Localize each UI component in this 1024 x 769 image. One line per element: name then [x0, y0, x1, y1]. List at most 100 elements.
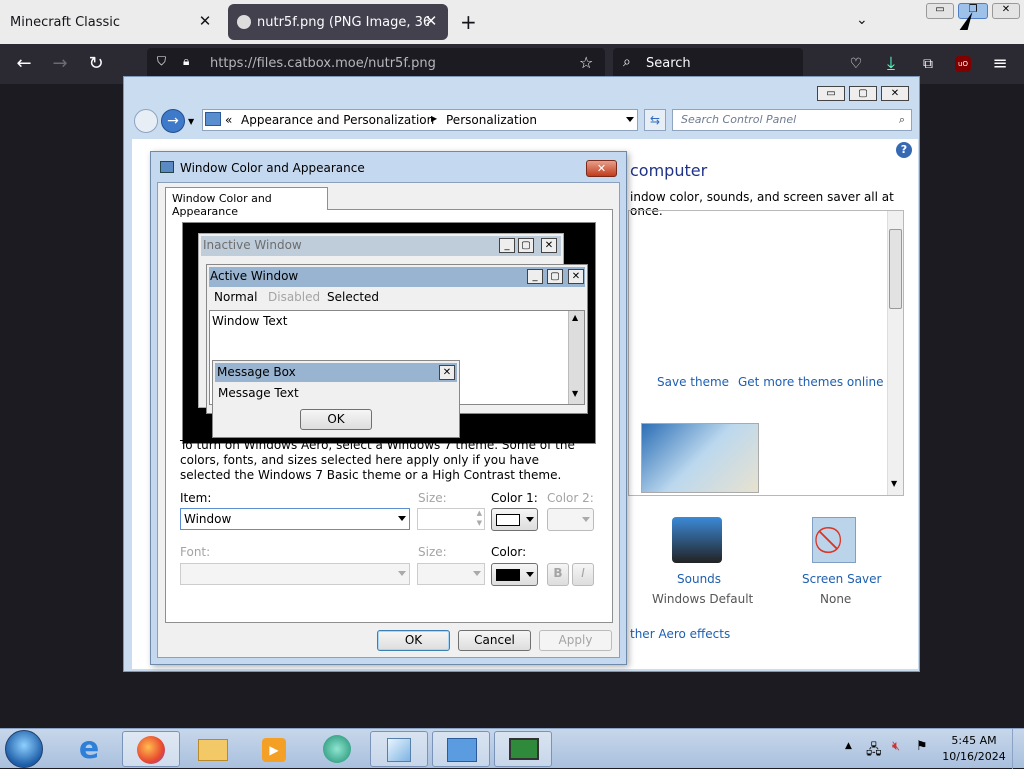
bold-button: B [547, 563, 569, 586]
scrollbar-thumb[interactable] [889, 229, 902, 309]
menu-icon[interactable]: ≡ [986, 50, 1014, 78]
ublock-icon[interactable]: uO [955, 56, 971, 72]
recent-pages-icon[interactable]: ▼ [188, 117, 194, 126]
sounds-link[interactable]: Sounds [677, 572, 721, 586]
close-icon[interactable]: ✕ [422, 12, 440, 30]
screen-saver-icon[interactable]: ⃠ [812, 517, 856, 563]
remote-desktop-icon[interactable] [494, 731, 552, 767]
extensions-icon[interactable]: ⧉ [914, 50, 942, 78]
minimize-window-button[interactable]: ▭ [926, 3, 954, 19]
forward-button[interactable]: → [161, 109, 185, 133]
dialog-title: Window Color and Appearance [180, 161, 365, 175]
back-icon[interactable]: ← [10, 50, 38, 78]
screen-saver-link[interactable]: Screen Saver [802, 572, 881, 586]
clock-date: 10/16/2024 [942, 750, 1006, 763]
close-window-button[interactable]: ✕ [992, 3, 1020, 19]
media-player-icon[interactable]: ▶ [246, 731, 304, 767]
chevron-down-icon [398, 516, 406, 521]
back-button[interactable] [134, 109, 158, 133]
firefox-icon[interactable] [122, 731, 180, 767]
menu-selected: Selected [327, 290, 380, 304]
notepad-icon[interactable] [370, 731, 428, 767]
search-control-panel-input[interactable]: Search Control Panel ⌕ [672, 109, 912, 131]
inactive-titlebar: Inactive Window _ ▢ ✕ [201, 236, 561, 256]
theme-scrollbar[interactable]: ▼ [887, 211, 903, 495]
active-title: Active Window [210, 269, 299, 283]
folder-shape [198, 739, 228, 761]
tab-label: nutr5f.png (PNG Image, 360 × 3 [257, 14, 429, 30]
file-explorer-icon[interactable] [184, 731, 242, 767]
theme-thumbnail[interactable] [641, 423, 759, 493]
chevron-down-icon [473, 571, 481, 576]
volume-muted-icon[interactable]: 🔇︎ [892, 739, 900, 754]
item-select[interactable]: Window [180, 508, 410, 530]
image-icon [237, 15, 251, 29]
scroll-down-icon: ▼ [572, 389, 579, 398]
scroll-down-icon[interactable]: ▼ [891, 479, 897, 488]
chevron-down-icon [526, 517, 534, 522]
aero-effects-link[interactable]: ther Aero effects [630, 627, 730, 641]
address-bar[interactable]: « Appearance and Personalization ▶ Perso… [202, 109, 638, 131]
control-panel-icon [205, 112, 221, 126]
start-button[interactable] [5, 730, 43, 768]
tab-nutr5f-png[interactable]: nutr5f.png (PNG Image, 360 × 3 ✕ [228, 4, 448, 40]
font-color-label: Color: [491, 545, 527, 559]
window-text: Window Text [212, 314, 288, 328]
maximize-button[interactable]: ▢ [849, 86, 877, 101]
dialog-body: Window Color and Appearance Inactive Win… [157, 182, 620, 658]
minimize-button[interactable]: ▭ [817, 86, 845, 101]
close-button[interactable]: ✕ [881, 86, 909, 101]
item-value: Window [184, 512, 232, 526]
app-icon-green[interactable] [308, 731, 366, 767]
ok-button[interactable]: OK [377, 630, 450, 651]
control-panel-icon[interactable] [432, 731, 490, 767]
page-heading: computer [630, 161, 708, 180]
show-desktop-button[interactable] [1012, 729, 1024, 769]
breadcrumb-overflow[interactable]: « [225, 113, 232, 127]
new-tab-icon[interactable]: + [460, 10, 477, 34]
action-center-flag-icon[interactable]: ⚑ [916, 739, 928, 754]
monitor-shape [509, 738, 539, 760]
show-hidden-icons[interactable]: ▲ [845, 741, 852, 751]
search-icon[interactable]: ⌕ [899, 113, 905, 127]
tab-window-color[interactable]: Window Color and Appearance [165, 187, 328, 218]
chevron-down-icon[interactable] [626, 117, 634, 122]
play-shape: ▶ [262, 738, 286, 762]
cancel-button[interactable]: Cancel [458, 630, 531, 651]
apply-button: Apply [539, 630, 612, 651]
get-more-themes-link[interactable]: Get more themes online [738, 375, 884, 389]
taskbar: e ▶ ▲ 🖧︎ 🔇︎ ⚑ 5:45 AM 10/16/2024 [0, 728, 1024, 769]
refresh-icon[interactable]: ⇆ [644, 109, 666, 131]
message-ok-button: OK [300, 409, 372, 430]
internet-explorer-icon[interactable]: e [60, 731, 118, 767]
url-text[interactable]: https://files.catbox.moe/nutr5f.png [210, 56, 436, 71]
font-color-picker[interactable] [491, 563, 538, 586]
clock[interactable]: 5:45 AM 10/16/2024 [938, 733, 1010, 765]
breadcrumb-appearance[interactable]: Appearance and Personalization [241, 113, 434, 127]
shield-icon[interactable]: ⛉ [157, 54, 166, 69]
pocket-icon[interactable]: ♡ [842, 50, 870, 78]
sounds-icon[interactable] [672, 517, 722, 563]
appearance-preview[interactable]: Inactive Window _ ▢ ✕ Active Window _ ▢ … [182, 222, 596, 444]
save-theme-link[interactable]: Save theme [657, 375, 729, 389]
search-icon: ⌕ [623, 54, 631, 70]
tab-minecraft-classic[interactable]: Minecraft Classic ✕ [0, 4, 222, 40]
close-icon[interactable]: ✕ [196, 12, 214, 30]
dialog-close-button[interactable]: ✕ [586, 160, 617, 177]
minimize-icon: _ [527, 269, 543, 284]
help-icon[interactable]: ? [896, 142, 912, 158]
close-icon: ✕ [568, 269, 584, 284]
menu-normal: Normal [214, 290, 258, 304]
chevron-down-icon [582, 517, 590, 522]
network-icon[interactable]: 🖧︎ [866, 739, 882, 763]
downloads-icon[interactable]: ⤓ [877, 50, 905, 78]
color1-picker[interactable] [491, 508, 538, 531]
clock-time: 5:45 AM [951, 734, 997, 747]
scroll-up-icon: ▲ [572, 313, 579, 322]
reload-icon[interactable]: ↻ [82, 50, 110, 78]
list-tabs-icon[interactable]: ⌄ [856, 12, 868, 28]
forward-icon[interactable]: → [46, 50, 74, 78]
breadcrumb-personalization[interactable]: Personalization [446, 113, 537, 127]
bookmark-star-icon[interactable]: ☆ [579, 53, 593, 72]
lock-icon[interactable]: 🔒︎ [183, 54, 189, 69]
